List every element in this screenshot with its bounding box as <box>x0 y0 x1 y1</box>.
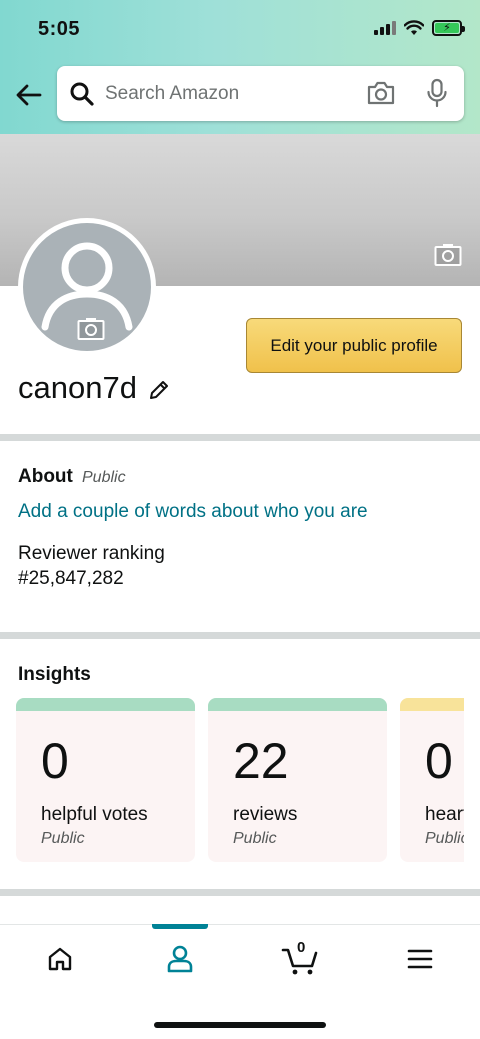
edit-pencil-icon[interactable] <box>147 378 171 402</box>
menu-icon <box>407 949 433 969</box>
nav-home[interactable] <box>40 941 80 977</box>
username-text: canon7d <box>18 370 137 405</box>
wifi-icon <box>404 20 424 35</box>
insight-value: 0 <box>41 733 69 789</box>
insight-label: reviews <box>233 804 298 825</box>
battery-icon: ⚡ <box>432 20 465 36</box>
home-icon <box>48 947 72 971</box>
username: canon7d <box>18 370 171 406</box>
nav-profile[interactable] <box>160 941 200 977</box>
avatar[interactable] <box>18 218 156 356</box>
status-time: 5:05 <box>38 18 81 40</box>
signal-icon <box>374 21 396 35</box>
nav-cart[interactable]: 0 <box>280 939 320 977</box>
card-accent-bar <box>208 698 387 711</box>
insight-visibility: Public <box>425 830 464 847</box>
microphone-icon[interactable] <box>426 78 448 108</box>
search-icon <box>70 82 94 106</box>
insight-card-reviews[interactable]: 22 reviews Public <box>208 698 387 862</box>
insight-card-hearts[interactable]: 0 hearts Public <box>400 698 464 862</box>
insight-value: 22 <box>233 733 289 789</box>
about-heading: About <box>18 466 73 487</box>
active-tab-indicator <box>152 924 208 929</box>
insight-card-helpful-votes[interactable]: 0 helpful votes Public <box>16 698 195 862</box>
edit-avatar-camera-icon[interactable] <box>77 317 105 341</box>
insight-label: helpful votes <box>41 804 148 825</box>
insight-value: 0 <box>425 733 453 789</box>
top-header: 5:05 ⚡ <box>0 0 480 134</box>
reviewer-ranking-label: Reviewer ranking <box>18 543 165 564</box>
edit-public-profile-button[interactable]: Edit your public profile <box>246 318 462 373</box>
card-accent-bar <box>16 698 195 711</box>
search-bar[interactable] <box>57 66 464 121</box>
nav-menu[interactable] <box>400 941 440 977</box>
section-divider <box>0 434 480 441</box>
about-visibility: Public <box>82 469 126 486</box>
insight-label: hearts <box>425 804 464 825</box>
home-indicator-bar <box>154 1022 326 1028</box>
insights-cards[interactable]: 0 helpful votes Public 22 reviews Public… <box>16 698 464 862</box>
camera-search-icon[interactable] <box>366 80 396 106</box>
cart-count: 0 <box>297 939 306 956</box>
profile-icon <box>167 945 193 973</box>
status-icons: ⚡ <box>374 20 465 36</box>
insight-visibility: Public <box>41 830 85 847</box>
reviewer-ranking-value: #25,847,282 <box>18 568 124 589</box>
edit-cover-camera-icon[interactable] <box>434 243 462 267</box>
insight-visibility: Public <box>233 830 277 847</box>
search-input[interactable] <box>105 82 345 105</box>
section-divider <box>0 889 480 896</box>
insights-heading: Insights <box>18 664 91 685</box>
add-bio-link[interactable]: Add a couple of words about who you are <box>18 501 368 523</box>
back-arrow-icon[interactable] <box>14 80 44 110</box>
card-accent-bar <box>400 698 464 711</box>
section-divider <box>0 632 480 639</box>
